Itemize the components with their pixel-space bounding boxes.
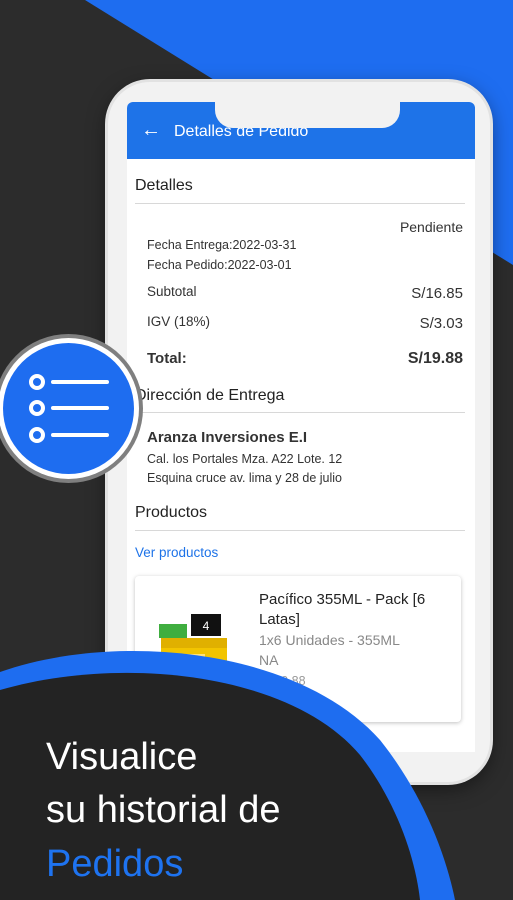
phone-notch <box>215 102 400 128</box>
subtotal-label: Subtotal <box>147 284 197 299</box>
divider <box>135 412 465 413</box>
arrow-left-icon[interactable]: ← <box>141 120 161 140</box>
phone-mockup: ← Detalles de Pedido Detalles Pendiente … <box>108 82 490 782</box>
address-line1: Cal. los Portales Mza. A22 Lote. 12 <box>147 452 343 466</box>
order-date: Fecha Pedido:2022-03-01 <box>147 258 292 272</box>
igv-value: S/3.03 <box>419 315 463 332</box>
product-card[interactable]: 4 Pacífico 355ML - Pack [6 Latas] 1x6 Un… <box>135 576 461 722</box>
caption-line3: Pedidos <box>46 843 184 885</box>
svg-text:4: 4 <box>203 619 210 633</box>
product-price: S/ 19.88 <box>259 674 306 688</box>
address-section-title: Dirección de Entrega <box>135 387 285 404</box>
product-name: Pacífico 355ML - Pack [6 Latas] <box>259 591 426 628</box>
app-screen: ← Detalles de Pedido Detalles Pendiente … <box>127 102 475 752</box>
subtotal-value: S/16.85 <box>411 285 463 302</box>
details-section-title: Detalles <box>135 177 193 194</box>
caption-line1: Visualice <box>46 736 198 778</box>
igv-label: IGV (18%) <box>147 314 211 329</box>
view-products-link[interactable]: Ver productos <box>135 545 218 560</box>
delivery-date: Fecha Entrega:2022-03-31 <box>147 238 297 252</box>
divider <box>135 203 465 204</box>
total-value: S/19.88 <box>407 350 463 367</box>
list-icon <box>3 343 134 474</box>
total-label: Total: <box>147 350 187 367</box>
products-section-title: Productos <box>135 504 208 521</box>
product-units: 1x6 Unidades - 355ML <box>259 632 400 648</box>
beer-pack-icon: 4 <box>159 614 227 696</box>
address-name: Aranza Inversiones E.I <box>147 429 308 446</box>
caption-line2: su historial de <box>46 789 281 831</box>
product-quantity: Cantidad: 1 <box>259 692 323 706</box>
address-line2: Esquina cruce av. lima y 28 de julio <box>147 471 343 485</box>
status-badge: Pendiente <box>399 219 463 235</box>
divider <box>135 530 465 531</box>
product-unit-extra: NA <box>259 652 279 668</box>
